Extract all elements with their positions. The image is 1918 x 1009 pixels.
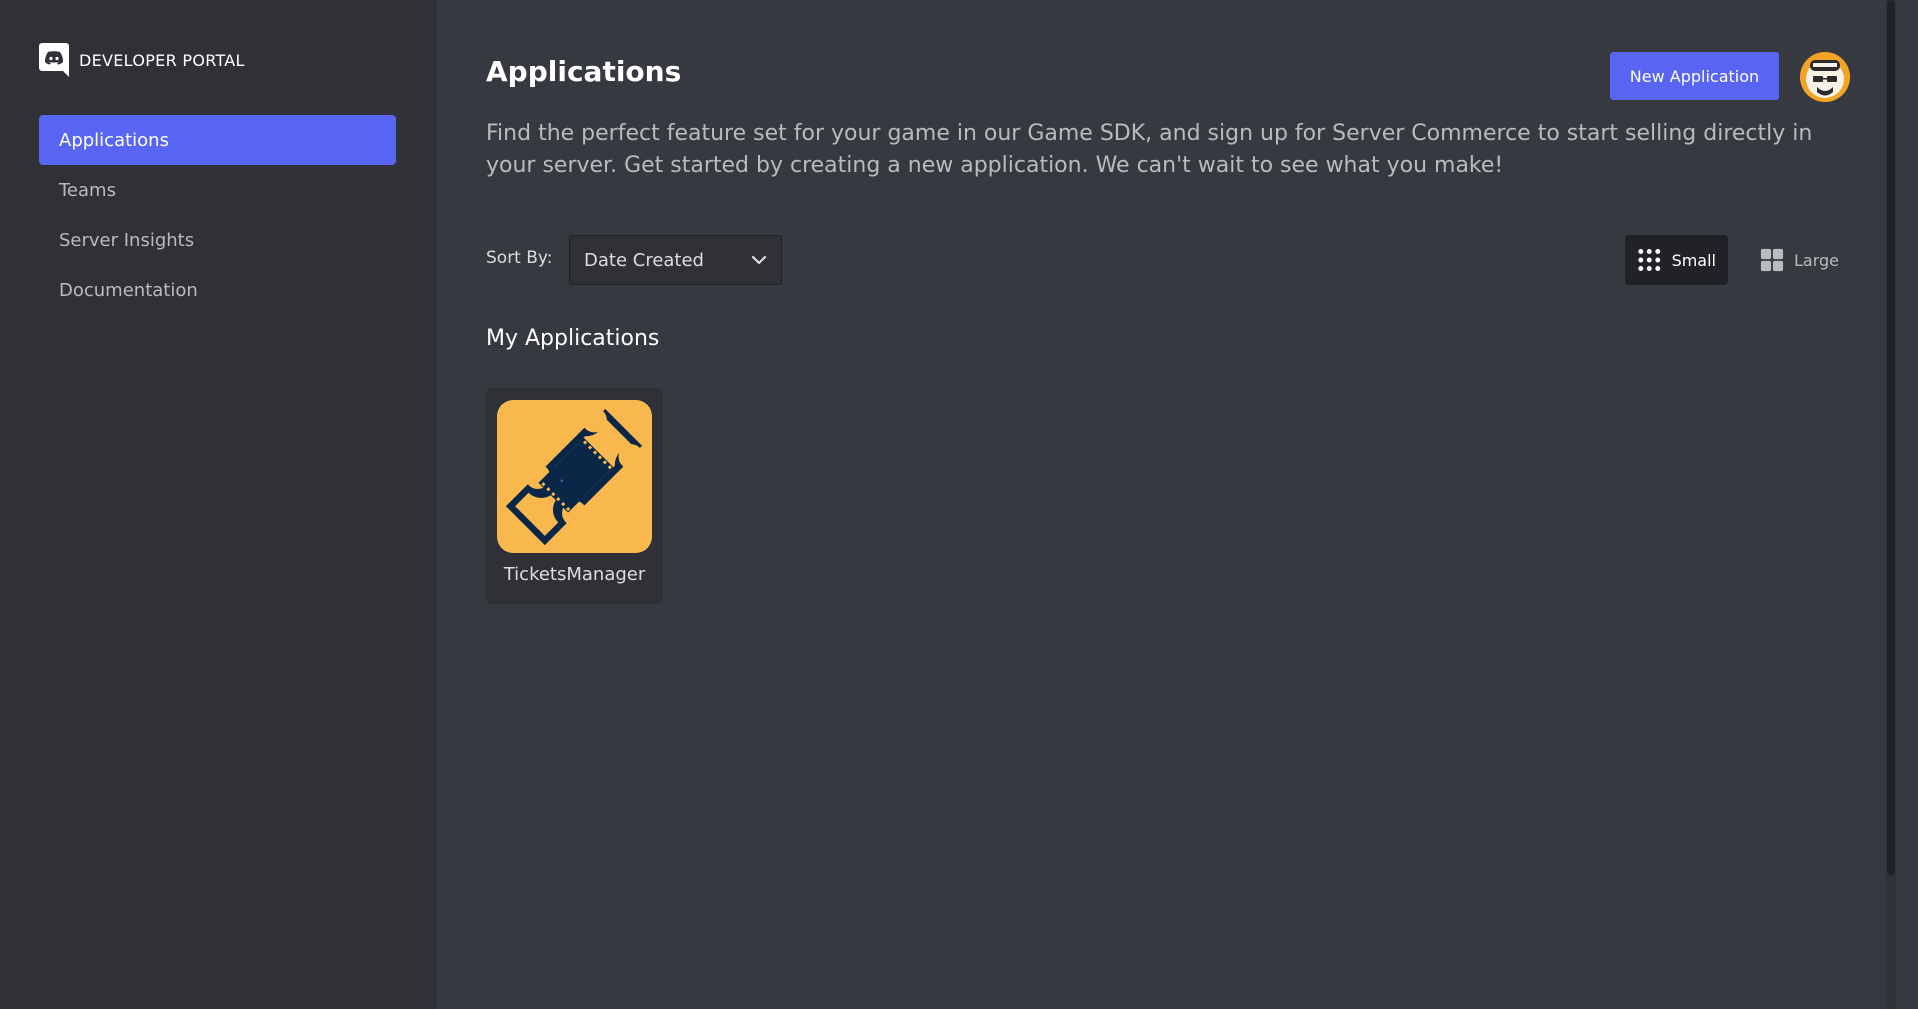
sort-by-value: Date Created (584, 249, 704, 271)
application-name: TicketsManager (503, 564, 646, 585)
user-avatar[interactable] (1800, 52, 1850, 102)
discord-logo-icon (39, 43, 69, 77)
new-application-button[interactable]: New Application (1610, 52, 1779, 100)
large-grid-icon (1760, 248, 1784, 272)
sidebar-item-documentation[interactable]: Documentation (39, 265, 396, 315)
application-card[interactable]: TicketsManager (486, 388, 663, 604)
developer-portal-app: DEVELOPER PORTAL Applications Teams Serv… (0, 0, 1918, 1009)
chevron-down-icon (751, 255, 767, 265)
view-large-label: Large (1793, 250, 1839, 270)
small-grid-icon (1638, 249, 1661, 271)
view-small-label: Small (1671, 250, 1716, 270)
scrollbar-thumb[interactable] (1887, 0, 1895, 875)
sidebar-nav: Applications Teams Server Insights Docum… (39, 115, 396, 315)
avatar-icon (1800, 52, 1850, 102)
main-content: Applications New Application Find the pe… (437, 0, 1898, 1009)
page-title: Applications (486, 55, 682, 88)
brand-title: DEVELOPER PORTAL (79, 50, 245, 70)
sort-by-select[interactable]: Date Created (569, 235, 782, 285)
sidebar: DEVELOPER PORTAL Applications Teams Serv… (0, 0, 436, 1009)
view-large-toggle[interactable]: Large (1748, 235, 1851, 285)
my-applications-title: My Applications (486, 326, 660, 351)
page-description: Find the perfect feature set for your ga… (486, 121, 1813, 178)
app-icon (497, 400, 652, 553)
sort-by-label: Sort By: (486, 248, 553, 268)
view-small-toggle[interactable]: Small (1625, 235, 1728, 285)
sidebar-item-server-insights[interactable]: Server Insights (39, 215, 396, 265)
sidebar-item-teams[interactable]: Teams (39, 165, 396, 215)
brand[interactable]: DEVELOPER PORTAL (39, 43, 245, 77)
ticket-icon (497, 400, 652, 553)
sidebar-item-applications[interactable]: Applications (39, 115, 396, 165)
